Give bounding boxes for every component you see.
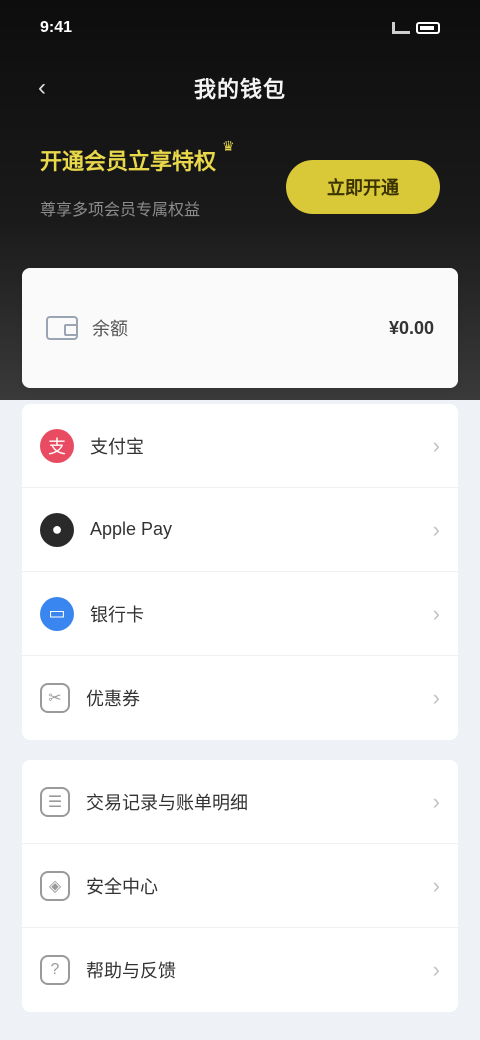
wallet-icon xyxy=(46,316,78,340)
bank-card-icon: ▭ xyxy=(40,596,74,631)
back-button[interactable]: ‹ xyxy=(28,74,56,102)
balance-card[interactable]: 余额 ¥0.00 xyxy=(22,268,458,388)
crown-icon: ♛ xyxy=(222,138,235,154)
signal-icon xyxy=(392,22,410,34)
chevron-right-icon: › xyxy=(432,432,440,458)
list-item-bank-card[interactable]: ▭ 银行卡 › xyxy=(22,572,458,656)
list-item-label: 安全中心 xyxy=(86,876,158,897)
list-item-coupon[interactable]: ✂ 优惠券 › xyxy=(22,656,458,740)
help-icon: ? xyxy=(40,955,70,985)
chevron-right-icon: › xyxy=(432,957,440,982)
membership-title-text: 开通会员立享特权 xyxy=(40,149,217,174)
alipay-icon: 支 xyxy=(40,428,74,463)
list-item-apple-pay[interactable]: ● Apple Pay › xyxy=(22,488,458,572)
membership-promo: 开通会员立享特权 ♛ 尊享多项会员专属权益 xyxy=(40,138,280,244)
coupon-icon: ✂ xyxy=(40,683,70,713)
list-item-help[interactable]: ? 帮助与反馈 › xyxy=(22,928,458,1012)
balance-label: 余额 xyxy=(92,319,128,339)
chevron-right-icon: › xyxy=(432,685,440,710)
nav-bar: ‹ 我的钱包 xyxy=(0,60,480,116)
status-time: 9:41 xyxy=(40,19,73,36)
chevron-right-icon: › xyxy=(432,788,440,814)
chevron-right-icon: › xyxy=(432,600,440,626)
payment-methods-list: 支 支付宝 › ● Apple Pay › ▭ 银行卡 › ✂ 优惠券 › xyxy=(22,404,458,740)
receipt-icon: ☰ xyxy=(40,786,70,817)
apple-icon: ● xyxy=(40,512,74,547)
balance-value: ¥0.00 xyxy=(388,317,434,338)
battery-icon xyxy=(416,22,440,34)
chevron-right-icon: › xyxy=(432,872,440,898)
membership-title: 开通会员立享特权 ♛ xyxy=(40,138,280,176)
open-membership-button[interactable]: 立即开通 xyxy=(286,160,440,214)
list-item-alipay[interactable]: 支 支付宝 › xyxy=(22,404,458,488)
page-title: 我的钱包 xyxy=(193,77,286,102)
status-indicators xyxy=(392,22,440,34)
list-item-label: 优惠券 xyxy=(86,689,140,709)
list-item-label: 帮助与反馈 xyxy=(86,961,176,981)
membership-subtitle: 尊享多项会员专属权益 xyxy=(40,202,201,219)
list-item-security[interactable]: ◈ 安全中心 › xyxy=(22,844,458,928)
list-item-label: 交易记录与账单明细 xyxy=(86,792,248,813)
status-bar: 9:41 xyxy=(0,0,480,56)
list-item-label: Apple Pay xyxy=(90,519,173,539)
list-item-label: 银行卡 xyxy=(90,604,144,625)
list-item-label: 支付宝 xyxy=(90,436,144,457)
shield-icon: ◈ xyxy=(40,870,70,901)
settings-list: ☰ 交易记录与账单明细 › ◈ 安全中心 › ? 帮助与反馈 › xyxy=(22,760,458,1012)
chevron-right-icon: › xyxy=(432,516,440,542)
arrow-left-icon: ‹ xyxy=(38,74,46,101)
list-item-transactions[interactable]: ☰ 交易记录与账单明细 › xyxy=(22,760,458,844)
